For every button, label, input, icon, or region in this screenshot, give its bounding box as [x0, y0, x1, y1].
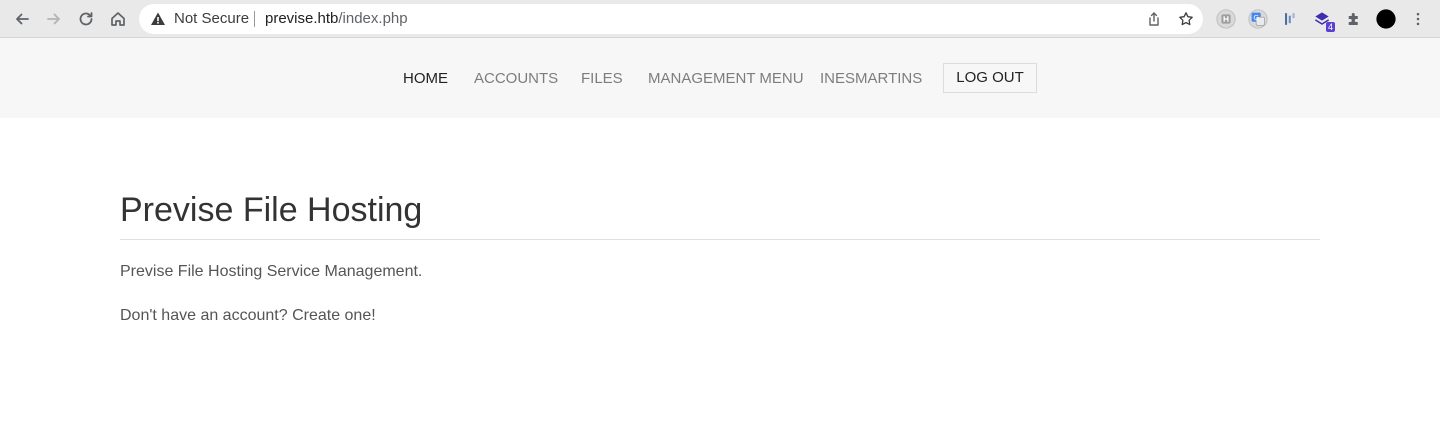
home-icon [111, 12, 125, 26]
bookmark-star-icon[interactable] [1178, 11, 1194, 27]
address-bar[interactable]: Not Secure previse.htb/index.php [139, 4, 1203, 34]
forward-button[interactable] [44, 9, 64, 29]
extension-wappalyzer-button[interactable] [1278, 7, 1302, 31]
back-arrow-icon [16, 13, 29, 25]
profile-avatar-button[interactable] [1374, 7, 1398, 31]
logout-button[interactable]: LOG OUT [943, 63, 1037, 93]
nav-link-user-profile[interactable]: INESMARTINS [820, 71, 922, 87]
service-description: Previse File Hosting Service Management. [120, 263, 423, 280]
page-title: Previse File Hosting [120, 191, 423, 229]
extension-translate-button[interactable]: G [1246, 7, 1270, 31]
create-account-prompt: Don't have an account? Create one! [120, 307, 376, 324]
home-button[interactable] [108, 9, 128, 29]
extension-hackbar-button[interactable] [1214, 7, 1238, 31]
hackbar-extension-icon [1216, 9, 1236, 29]
nav-link-files[interactable]: FILES [581, 71, 623, 87]
translate-extension-icon: G [1248, 9, 1268, 29]
profile-avatar-icon [1376, 9, 1396, 29]
nav-link-accounts[interactable]: ACCOUNTS [474, 71, 558, 87]
address-separator [254, 11, 255, 27]
security-status-label[interactable]: Not Secure [174, 11, 249, 27]
url-text[interactable]: previse.htb/index.php [265, 11, 408, 27]
reload-icon [79, 12, 93, 26]
warning-icon[interactable] [150, 11, 166, 27]
extensions-menu-button[interactable] [1342, 7, 1366, 31]
reload-button[interactable] [76, 9, 96, 29]
site-navbar: HOME ACCOUNTS FILES MANAGEMENT MENU INES… [0, 38, 1440, 118]
title-divider [120, 239, 1320, 240]
nav-link-home[interactable]: HOME [403, 71, 448, 87]
browser-toolbar: Not Secure previse.htb/index.php G 4 [0, 0, 1440, 38]
url-host: previse.htb [265, 10, 339, 27]
nav-link-management-menu[interactable]: MANAGEMENT MENU [648, 71, 804, 87]
puzzle-piece-icon [1348, 13, 1358, 25]
share-icon[interactable] [1146, 11, 1162, 27]
svg-text:G: G [1253, 13, 1259, 22]
forward-arrow-icon [47, 13, 60, 25]
kebab-menu-icon [1416, 12, 1420, 26]
extension-badge-count: 4 [1325, 22, 1335, 32]
extension-stack-button[interactable]: 4 [1310, 7, 1335, 32]
wappalyzer-extension-icon [1285, 13, 1295, 25]
back-button[interactable] [12, 9, 32, 29]
browser-menu-button[interactable] [1406, 7, 1430, 31]
url-path: /index.php [338, 10, 408, 27]
